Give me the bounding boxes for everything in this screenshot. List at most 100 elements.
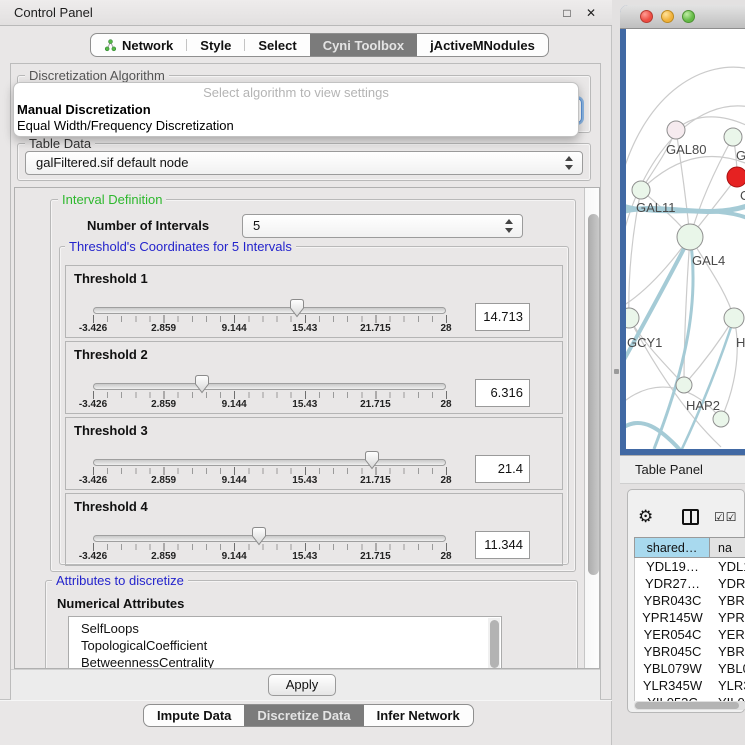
split-columns-icon[interactable] <box>682 509 699 525</box>
tab-style[interactable]: Style <box>187 34 244 56</box>
table-data-group-label: Table Data <box>25 136 95 151</box>
close-window-icon[interactable] <box>640 10 653 23</box>
table-data-combo[interactable]: galFiltered.sif default node <box>25 151 583 175</box>
slider-track[interactable] <box>93 459 446 466</box>
slider-thumb[interactable] <box>250 526 268 546</box>
column-select-icon[interactable]: ☑☑ <box>714 510 738 524</box>
cell-shared-name: YDL19… <box>635 558 710 575</box>
dropdown-option-manual-discretization[interactable]: Manual Discretization <box>14 102 578 118</box>
threshold-value-field[interactable]: 11.344 <box>475 531 530 559</box>
slider-thumb[interactable] <box>363 450 381 470</box>
tab-impute-data[interactable]: Impute Data <box>144 705 244 726</box>
slider-thumb[interactable] <box>288 298 306 318</box>
float-window-icon[interactable]: □ <box>558 4 576 22</box>
network-canvas[interactable]: GAL80GACGAL11GAL4GCY1HHAP2 <box>626 29 745 449</box>
slider-track[interactable] <box>93 535 446 542</box>
slider-major-ticks <box>93 315 448 323</box>
table-body[interactable]: YDL19… YDL1 YDR27… YDR2 YBR043C YBR0 YPR… <box>634 558 745 701</box>
table-panel-title: Table Panel <box>635 456 703 484</box>
table-row[interactable]: YLR345W YLR3 <box>635 677 745 694</box>
attributes-list-scrollbar[interactable] <box>488 618 500 669</box>
dropdown-option-equal-width-frequency-discretization[interactable]: Equal Width/Frequency Discretization <box>14 118 578 134</box>
tab-infer-network[interactable]: Infer Network <box>364 705 473 726</box>
table-row[interactable]: YDR27… YDR2 <box>635 575 745 592</box>
table-row[interactable]: YIL053C YIL0 <box>635 694 745 701</box>
network-node[interactable] <box>667 121 685 139</box>
slider-track[interactable] <box>93 383 446 390</box>
threshold-label: Threshold 1 <box>74 271 148 286</box>
tick-label: 9.144 <box>222 475 247 486</box>
tick-label: 15.43 <box>292 475 317 486</box>
tab-label: jActiveMNodules <box>430 38 535 53</box>
network-node[interactable] <box>727 167 745 187</box>
interval-definition-label: Interval Definition <box>58 192 166 207</box>
cell-shared-name: YBL079W <box>635 660 710 677</box>
threshold-value-field[interactable]: 6.316 <box>475 379 530 407</box>
zoom-window-icon[interactable] <box>682 10 695 23</box>
slider-track[interactable] <box>93 307 446 314</box>
tick-label: 28 <box>440 323 451 334</box>
table-row[interactable]: YPR145W YPR1 <box>635 609 745 626</box>
network-node[interactable] <box>632 181 650 199</box>
network-node[interactable] <box>677 224 703 250</box>
column-header-na[interactable]: na <box>709 537 745 558</box>
minimize-window-icon[interactable] <box>661 10 674 23</box>
network-node[interactable] <box>626 308 639 328</box>
network-node[interactable] <box>676 377 692 393</box>
cell-name: YPR1 <box>710 609 745 626</box>
scrollbar-thumb[interactable] <box>490 620 499 668</box>
scrollbar-thumb[interactable] <box>635 702 739 709</box>
tab-network[interactable]: Network <box>91 34 186 56</box>
table-row[interactable]: YBR043C YBR0 <box>635 592 745 609</box>
table-horizontal-scrollbar[interactable] <box>634 701 745 710</box>
table-row[interactable]: YER054C YER0 <box>635 626 745 643</box>
slider-major-ticks <box>93 543 448 551</box>
network-node[interactable] <box>724 128 742 146</box>
apply-button[interactable]: Apply <box>268 674 336 696</box>
thresholds-group-label: Threshold's Coordinates for 5 Intervals <box>65 239 296 254</box>
settings-gear-icon[interactable]: ⚙ <box>638 507 653 527</box>
network-edge <box>684 237 690 385</box>
numerical-attributes-list[interactable]: SelfLoopsTopologicalCoefficientBetweenne… <box>68 616 502 669</box>
scrollbar-thumb[interactable] <box>588 214 599 575</box>
control-panel-title: Control Panel <box>14 0 93 26</box>
attribute-list-item[interactable]: TopologicalCoefficient <box>69 637 501 654</box>
attribute-list-item[interactable]: SelfLoops <box>69 620 501 637</box>
tab-discretize-data[interactable]: Discretize Data <box>244 705 363 726</box>
network-node[interactable] <box>724 308 744 328</box>
tab-cyni-toolbox[interactable]: Cyni Toolbox <box>310 34 417 56</box>
tick-label: 15.43 <box>292 399 317 410</box>
column-header-shared-[interactable]: shared… <box>634 537 709 558</box>
slider-thumb[interactable] <box>193 374 211 394</box>
tick-label: 15.43 <box>292 323 317 334</box>
settings-vertical-scrollbar[interactable] <box>584 188 600 669</box>
network-node[interactable] <box>713 411 729 427</box>
table-row[interactable]: YDL19… YDL1 <box>635 558 745 575</box>
threshold-value-field[interactable]: 21.4 <box>475 455 530 483</box>
tick-label: 21.715 <box>360 475 391 486</box>
close-panel-icon[interactable]: ✕ <box>582 4 600 22</box>
tab-select[interactable]: Select <box>245 34 309 56</box>
network-edge <box>684 318 734 385</box>
table-row[interactable]: YBL079W YBL0 <box>635 660 745 677</box>
network-edge <box>690 237 734 318</box>
tab-jactivemnodules[interactable]: jActiveMNodules <box>417 34 548 56</box>
tab-label: Network <box>122 38 173 53</box>
tick-label: 2.859 <box>151 399 176 410</box>
tick-label: 2.859 <box>151 323 176 334</box>
threshold-value-field[interactable]: 14.713 <box>475 303 530 331</box>
table-row[interactable]: YBR045C YBR0 <box>635 643 745 660</box>
panel-splitter-handle[interactable] <box>614 369 619 374</box>
settings-container: Discretization Algorithm Table Data galF… <box>10 63 601 700</box>
network-node-label: GCY1 <box>627 335 662 350</box>
network-node-label: HAP2 <box>686 398 720 413</box>
network-window-titlebar[interactable] <box>620 5 745 29</box>
tick-label: 28 <box>440 551 451 562</box>
attributes-group-label: Attributes to discretize <box>52 573 188 588</box>
table-header-row: shared…na <box>634 537 745 558</box>
cell-shared-name: YBR045C <box>635 643 710 660</box>
number-of-intervals-combo[interactable]: 5 <box>242 214 523 238</box>
threshold-panel: Threshold 1 -3.4262.8599.14415.4321.7152… <box>65 265 563 338</box>
tab-label: Select <box>258 38 296 53</box>
attribute-list-item[interactable]: BetweennessCentrality <box>69 654 501 669</box>
